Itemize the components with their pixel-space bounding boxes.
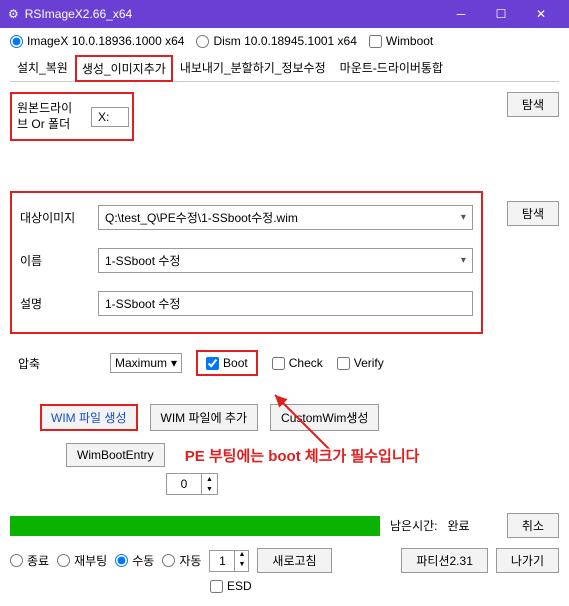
tab-mount[interactable]: 마운트-드라이버통합 xyxy=(333,54,450,81)
chevron-down-icon: ▾ xyxy=(171,356,177,370)
refresh-button[interactable]: 새로고침 xyxy=(257,548,331,573)
exit-button[interactable]: 나가기 xyxy=(496,548,559,573)
append-wim-button[interactable]: WIM 파일에 추가 xyxy=(150,404,259,431)
minimize-button[interactable]: ─ xyxy=(441,0,481,28)
chevron-up-icon[interactable]: ▲ xyxy=(235,551,248,561)
close-button[interactable]: ✕ xyxy=(521,0,561,28)
partition-button[interactable]: 파티션2.31 xyxy=(401,548,487,573)
source-drive-value[interactable]: X: xyxy=(91,107,129,127)
checkbox-verify[interactable]: Verify xyxy=(337,356,384,370)
checkbox-boot-label: Boot xyxy=(223,356,248,370)
chevron-down-icon[interactable]: ▼ xyxy=(235,561,248,571)
top-options-row: ImageX 10.0.18936.1000 x64 Dism 10.0.189… xyxy=(10,34,559,48)
cancel-button[interactable]: 취소 xyxy=(507,513,559,538)
tab-bar: 설치_복원 생성_이미지추가 내보내기_분할하기_정보수정 마운트-드라이버통합 xyxy=(10,54,559,82)
window-title: RSImageX2.66_x64 xyxy=(25,7,441,21)
tab-install[interactable]: 설치_복원 xyxy=(10,54,75,81)
remain-value: 완료 xyxy=(448,517,470,534)
source-drive-section: 원본드라이브 Or 폴더 X: 탐색 xyxy=(10,92,559,141)
target-image-combo[interactable]: Q:\test_Q\PE수정\1-SSboot수정.wim ▾ xyxy=(98,205,473,230)
checkbox-wimboot-label: Wimboot xyxy=(386,34,433,48)
target-image-value: Q:\test_Q\PE수정\1-SSboot수정.wim xyxy=(105,209,298,226)
tab-create[interactable]: 생성_이미지추가 xyxy=(75,55,173,82)
radio-imagex[interactable]: ImageX 10.0.18936.1000 x64 xyxy=(10,34,184,48)
desc-label: 설명 xyxy=(20,295,98,312)
radio-manual[interactable]: 수동 xyxy=(115,552,154,569)
radio-shutdown[interactable]: 종료 xyxy=(10,552,49,569)
checkbox-verify-label: Verify xyxy=(354,356,384,370)
bottom-row: 종료 재부팅 수동 자동 1 ▲▼ 새로고침 파티션2.31 나가기 xyxy=(10,548,559,573)
source-drive-label: 원본드라이브 Or 폴더 xyxy=(15,97,85,136)
checkbox-check[interactable]: Check xyxy=(272,356,323,370)
create-wim-button[interactable]: WIM 파일 생성 xyxy=(40,404,138,431)
desc-input[interactable]: 1-SSboot 수정 xyxy=(98,291,473,316)
checkbox-check-label: Check xyxy=(289,356,323,370)
target-image-label: 대상이미지 xyxy=(20,209,98,226)
target-box: 대상이미지 Q:\test_Q\PE수정\1-SSboot수정.wim ▾ 이름… xyxy=(10,191,483,334)
chevron-down-icon: ▾ xyxy=(461,212,466,223)
spinner-1[interactable]: 1 ▲▼ xyxy=(209,550,249,572)
radio-reboot[interactable]: 재부팅 xyxy=(57,552,107,569)
wimboot-entry-button[interactable]: WimBootEntry xyxy=(66,443,165,467)
annotation-text: PE 부팅에는 boot 체크가 필수입니다 xyxy=(185,445,420,466)
tab-export[interactable]: 내보내기_분할하기_정보수정 xyxy=(173,54,333,81)
compress-value: Maximum xyxy=(115,356,167,370)
maximize-button[interactable]: ☐ xyxy=(481,0,521,28)
remain-label: 남은시간: xyxy=(390,517,438,534)
button-row-2: WimBootEntry PE 부팅에는 boot 체크가 필수입니다 xyxy=(10,443,559,467)
checkbox-esd[interactable]: ESD xyxy=(210,579,252,593)
name-label: 이름 xyxy=(20,252,98,269)
compress-label: 압축 xyxy=(18,355,96,372)
browse-source-button[interactable]: 탐색 xyxy=(507,92,559,117)
button-row-1: WIM 파일 생성 WIM 파일에 추가 CustomWim생성 xyxy=(10,404,559,431)
radio-imagex-label: ImageX 10.0.18936.1000 x64 xyxy=(27,34,184,48)
checkbox-boot[interactable]: Boot xyxy=(196,350,258,376)
browse-target-button[interactable]: 탐색 xyxy=(507,201,559,226)
desc-value: 1-SSboot 수정 xyxy=(105,295,180,312)
chevron-up-icon[interactable]: ▲ xyxy=(201,474,217,484)
spinner-0[interactable]: 0 ▲▼ xyxy=(166,473,218,495)
compress-select[interactable]: Maximum ▾ xyxy=(110,353,182,373)
radio-dism-label: Dism 10.0.18945.1001 x64 xyxy=(213,34,356,48)
radio-auto[interactable]: 자동 xyxy=(162,552,201,569)
status-row: 남은시간: 완료 취소 xyxy=(10,513,559,538)
titlebar: ⚙ RSImageX2.66_x64 ─ ☐ ✕ xyxy=(0,0,569,28)
radio-dism[interactable]: Dism 10.0.18945.1001 x64 xyxy=(196,34,356,48)
chevron-down-icon: ▾ xyxy=(461,255,466,266)
checkbox-wimboot[interactable]: Wimboot xyxy=(369,34,433,48)
custom-wim-button[interactable]: CustomWim생성 xyxy=(270,404,379,431)
spinner-0-value: 0 xyxy=(167,474,201,494)
compress-row: 압축 Maximum ▾ Boot Check Verify xyxy=(10,350,559,376)
chevron-down-icon[interactable]: ▼ xyxy=(201,484,217,494)
name-value: 1-SSboot 수정 xyxy=(105,252,180,269)
spinner-1-value: 1 xyxy=(210,551,234,571)
progress-bar xyxy=(10,516,380,536)
name-combo[interactable]: 1-SSboot 수정 ▾ xyxy=(98,248,473,273)
app-icon: ⚙ xyxy=(8,7,19,21)
source-drive-box: 원본드라이브 Or 폴더 X: xyxy=(10,92,134,141)
client-area: ImageX 10.0.18936.1000 x64 Dism 10.0.189… xyxy=(0,28,569,606)
